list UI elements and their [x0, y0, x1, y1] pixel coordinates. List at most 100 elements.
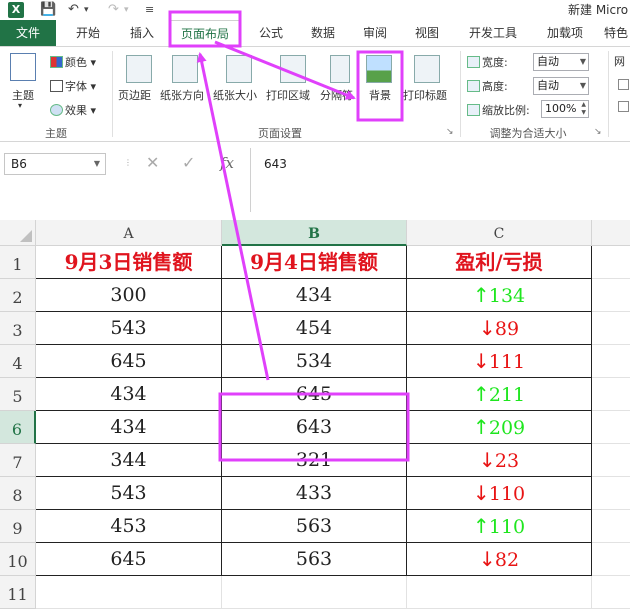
- empty-cell[interactable]: [592, 576, 630, 609]
- table-cell-a[interactable]: 344: [36, 444, 222, 477]
- table-cell-a[interactable]: 645: [36, 543, 222, 576]
- print-titles-button[interactable]: 打印标题: [403, 87, 447, 103]
- table-cell-c[interactable]: ↑211: [407, 378, 592, 411]
- table-cell-b[interactable]: 534: [222, 345, 407, 378]
- table-cell-b[interactable]: 563: [222, 543, 407, 576]
- page-size-icon[interactable]: [226, 55, 252, 83]
- row-header[interactable]: 5: [0, 378, 36, 411]
- page-size-button[interactable]: 纸张大小: [213, 87, 257, 103]
- tab-insert[interactable]: 插入: [120, 20, 164, 46]
- margins-icon[interactable]: [126, 55, 152, 83]
- margins-button[interactable]: 页边距: [118, 87, 151, 103]
- empty-cell[interactable]: [592, 246, 630, 279]
- redo-dropdown-icon[interactable]: ▾: [124, 1, 129, 19]
- header-cell[interactable]: 9月3日销售额: [36, 246, 222, 279]
- orientation-icon[interactable]: [172, 55, 198, 83]
- theme-colors-button[interactable]: 颜色 ▾: [50, 54, 96, 70]
- tab-featured[interactable]: 特色: [604, 20, 630, 46]
- row-header[interactable]: 7: [0, 444, 36, 477]
- tab-page-layout[interactable]: 页面布局: [170, 20, 240, 47]
- table-cell-c[interactable]: ↓89: [407, 312, 592, 345]
- background-button[interactable]: 背景: [369, 87, 391, 103]
- gridlines-view-checkbox[interactable]: [618, 79, 629, 90]
- print-area-button[interactable]: 打印区域: [266, 87, 310, 103]
- tab-formulas[interactable]: 公式: [250, 20, 292, 46]
- table-cell-c[interactable]: ↓23: [407, 444, 592, 477]
- select-all-button[interactable]: [0, 220, 36, 246]
- column-header-c[interactable]: C: [407, 220, 592, 246]
- save-icon[interactable]: 💾: [40, 1, 56, 19]
- row-header[interactable]: 2: [0, 279, 36, 312]
- empty-cell[interactable]: [407, 576, 592, 609]
- row-header[interactable]: 3: [0, 312, 36, 345]
- empty-cell[interactable]: [222, 576, 407, 609]
- tab-view[interactable]: 视图: [406, 20, 448, 46]
- undo-icon[interactable]: ↶: [68, 1, 79, 19]
- themes-icon[interactable]: [10, 53, 36, 81]
- table-cell-b[interactable]: 433: [222, 477, 407, 510]
- customize-quick-access-icon[interactable]: ≡: [145, 1, 154, 19]
- tab-file[interactable]: 文件: [0, 20, 56, 46]
- tab-developer[interactable]: 开发工具: [460, 20, 526, 46]
- table-cell-a[interactable]: 543: [36, 312, 222, 345]
- empty-cell[interactable]: [592, 543, 630, 576]
- empty-cell[interactable]: [592, 444, 630, 477]
- empty-cell[interactable]: [592, 510, 630, 543]
- tab-data[interactable]: 数据: [302, 20, 344, 46]
- row-header[interactable]: 11: [0, 576, 36, 609]
- column-header-b[interactable]: B: [222, 220, 407, 246]
- tab-review[interactable]: 审阅: [354, 20, 396, 46]
- row-header[interactable]: 6: [0, 411, 36, 444]
- row-header[interactable]: 4: [0, 345, 36, 378]
- table-cell-a[interactable]: 543: [36, 477, 222, 510]
- empty-cell[interactable]: [592, 279, 630, 312]
- breaks-button[interactable]: 分隔符: [320, 87, 353, 103]
- scale-dialog-launcher-icon[interactable]: ↘: [594, 127, 602, 137]
- themes-dropdown-icon[interactable]: ▾: [18, 101, 22, 110]
- breaks-icon[interactable]: [330, 55, 350, 83]
- empty-cell[interactable]: [36, 576, 222, 609]
- redo-icon[interactable]: ↷: [108, 1, 119, 19]
- column-header-d[interactable]: [592, 220, 630, 246]
- print-titles-icon[interactable]: [414, 55, 440, 83]
- empty-cell[interactable]: [592, 378, 630, 411]
- empty-cell[interactable]: [592, 345, 630, 378]
- table-cell-b[interactable]: 434: [222, 279, 407, 312]
- formula-input[interactable]: 643: [264, 154, 287, 174]
- table-cell-a[interactable]: 434: [36, 378, 222, 411]
- table-cell-a[interactable]: 434: [36, 411, 222, 444]
- name-box[interactable]: B6 ▼: [4, 153, 106, 175]
- cancel-icon[interactable]: ✕: [146, 152, 159, 174]
- tab-add-ins[interactable]: 加载项: [538, 20, 592, 46]
- table-cell-b[interactable]: 645: [222, 378, 407, 411]
- table-cell-c[interactable]: ↓111: [407, 345, 592, 378]
- empty-cell[interactable]: [592, 411, 630, 444]
- table-cell-c[interactable]: ↑110: [407, 510, 592, 543]
- table-cell-c[interactable]: ↑209: [407, 411, 592, 444]
- height-select[interactable]: 自动 ▼: [533, 77, 589, 95]
- table-cell-c[interactable]: ↑134: [407, 279, 592, 312]
- theme-effects-button[interactable]: 效果 ▾: [50, 102, 96, 118]
- width-select[interactable]: 自动 ▼: [533, 53, 589, 71]
- background-image-icon[interactable]: [366, 55, 392, 83]
- column-header-a[interactable]: A: [36, 220, 222, 246]
- empty-cell[interactable]: [592, 312, 630, 345]
- table-cell-b[interactable]: 643: [222, 411, 407, 444]
- row-header[interactable]: 9: [0, 510, 36, 543]
- row-header[interactable]: 10: [0, 543, 36, 576]
- empty-cell[interactable]: [592, 477, 630, 510]
- tab-home[interactable]: 开始: [66, 20, 110, 46]
- scale-input[interactable]: 100% ▲ ▼: [541, 100, 589, 118]
- page-setup-dialog-launcher-icon[interactable]: ↘: [446, 127, 454, 137]
- themes-button[interactable]: 主题: [12, 87, 34, 103]
- gridlines-print-checkbox[interactable]: [618, 101, 629, 112]
- header-cell[interactable]: 9月4日销售额: [222, 246, 407, 279]
- enter-icon[interactable]: ✓: [182, 152, 195, 174]
- table-cell-a[interactable]: 645: [36, 345, 222, 378]
- table-cell-a[interactable]: 453: [36, 510, 222, 543]
- table-cell-a[interactable]: 300: [36, 279, 222, 312]
- row-header[interactable]: 8: [0, 477, 36, 510]
- undo-dropdown-icon[interactable]: ▾: [84, 1, 89, 19]
- orientation-button[interactable]: 纸张方向: [160, 87, 204, 103]
- table-cell-c[interactable]: ↓110: [407, 477, 592, 510]
